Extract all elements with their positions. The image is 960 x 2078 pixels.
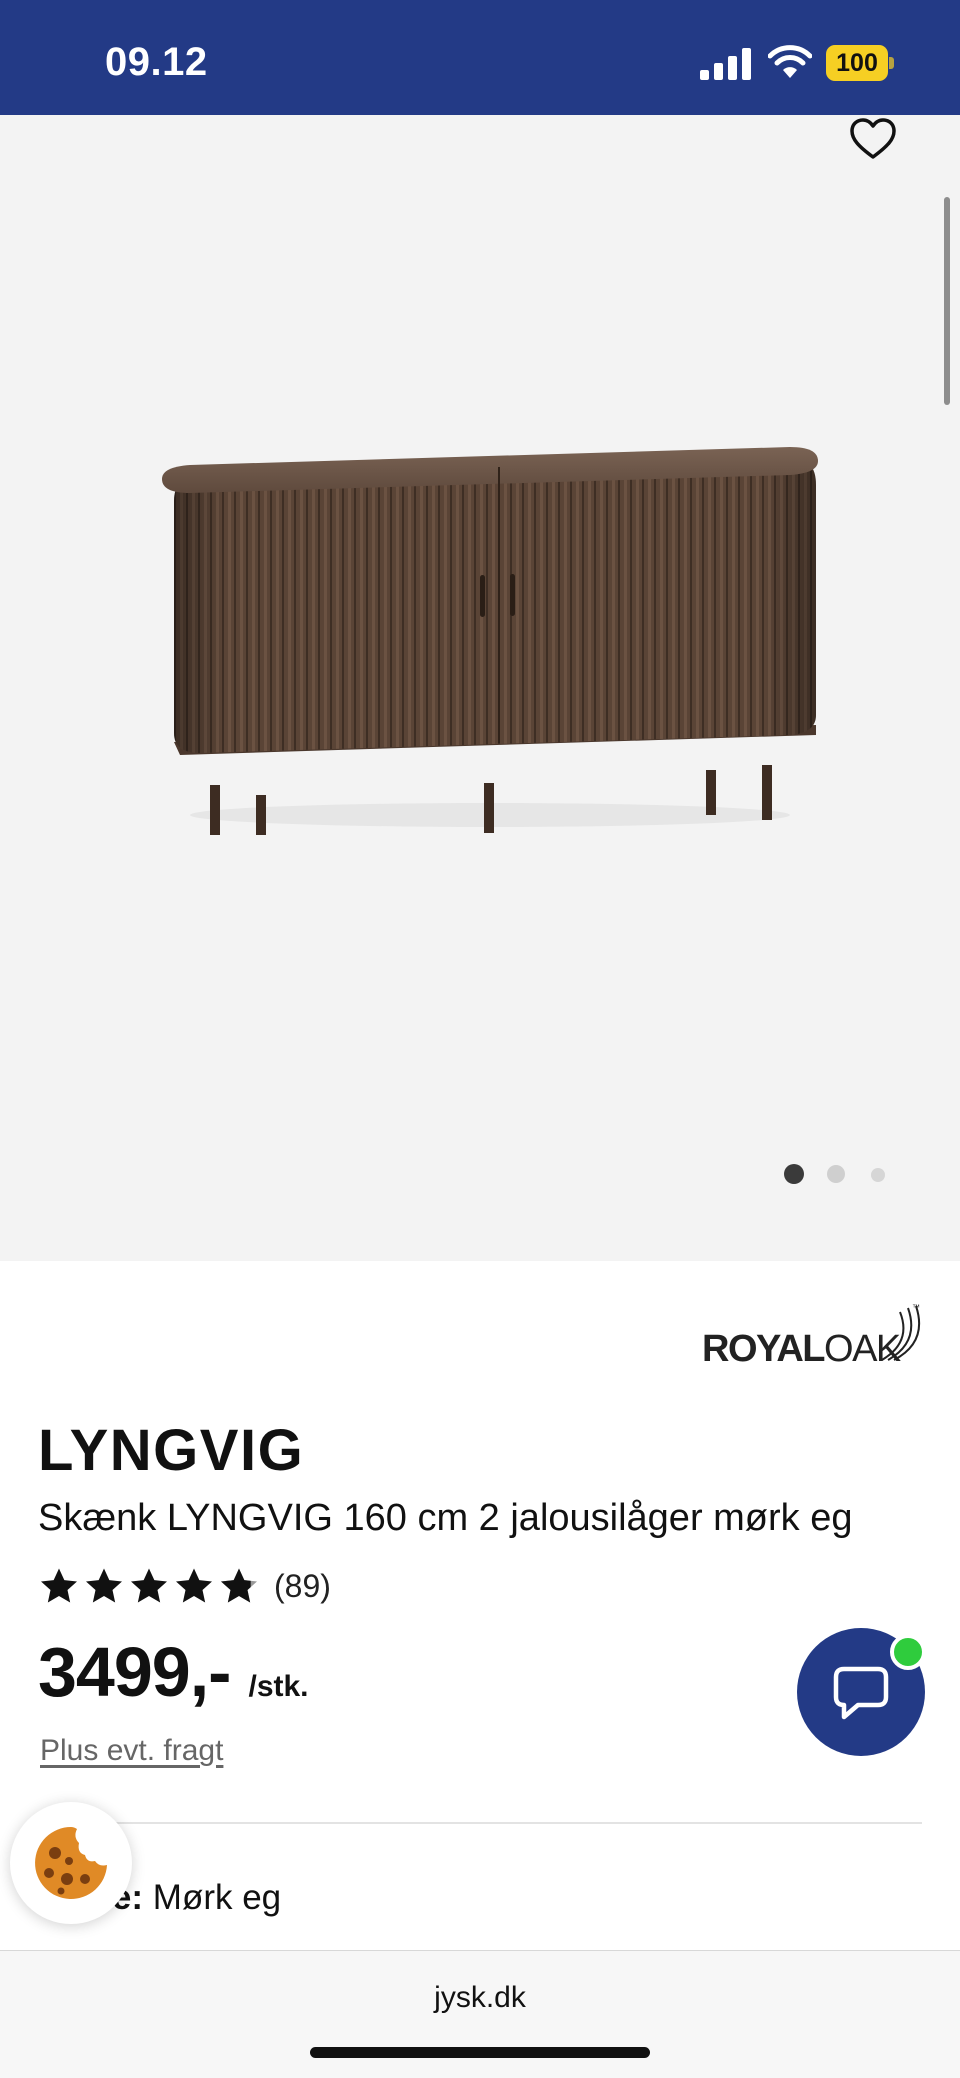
gallery-pagination[interactable] [780, 1162, 900, 1186]
star-icon [176, 1568, 212, 1603]
brand-logo-text: ROYALOAK [702, 1328, 901, 1370]
svg-text:™: ™ [912, 1303, 920, 1312]
chat-icon [833, 1666, 889, 1720]
browser-address-bar[interactable]: jysk.dk [0, 1950, 960, 2078]
star-icon [86, 1568, 122, 1603]
wifi-icon [768, 45, 812, 78]
gallery-dot-1[interactable] [784, 1164, 804, 1184]
signal-icon [700, 48, 751, 80]
cookie-icon [35, 1827, 107, 1899]
status-bar: 09.12 100 [0, 0, 960, 115]
gallery-dot-2[interactable] [827, 1165, 845, 1183]
chat-online-indicator [890, 1634, 926, 1670]
product-price: 3499,- [38, 1633, 231, 1711]
section-divider [96, 1822, 922, 1824]
star-icon [41, 1568, 77, 1603]
scroll-indicator [944, 197, 950, 405]
battery-indicator: 100 [826, 45, 894, 81]
product-image [162, 447, 818, 835]
url-text[interactable]: jysk.dk [0, 1981, 960, 2015]
product-description: Skænk LYNGVIG 160 cm 2 jalousilåger mørk… [38, 1497, 853, 1539]
star-icon [221, 1568, 257, 1603]
home-indicator[interactable] [310, 2047, 650, 2058]
cookie-settings-button[interactable] [10, 1802, 132, 1924]
brand-logo[interactable]: ROYALOAK ™ [702, 1302, 924, 1372]
heart-icon[interactable] [848, 115, 898, 163]
rating-stars [38, 1566, 260, 1606]
color-value: Mørk eg [152, 1878, 282, 1917]
product-gallery[interactable] [0, 115, 960, 1261]
status-time: 09.12 [105, 40, 208, 84]
shipping-info-link[interactable]: Plus evt. fragt [40, 1734, 223, 1768]
product-title: LYNGVIG [38, 1418, 305, 1483]
price-row: 3499,- /stk. [38, 1632, 309, 1712]
product-rating[interactable]: (89) [38, 1563, 331, 1609]
star-icon [131, 1568, 167, 1603]
price-unit: /stk. [248, 1670, 309, 1703]
brand-logo-mark: ™ [881, 1303, 921, 1361]
battery-level: 100 [826, 45, 888, 81]
gallery-dot-3[interactable] [871, 1168, 885, 1182]
rating-count[interactable]: (89) [274, 1568, 331, 1605]
